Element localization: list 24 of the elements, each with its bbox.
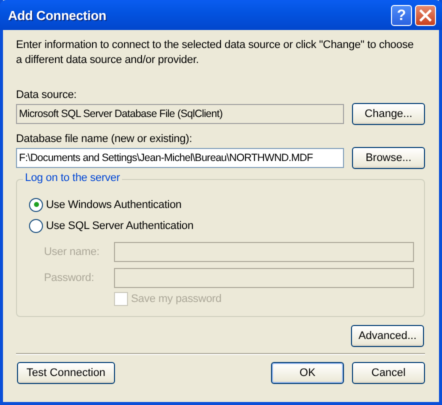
close-button[interactable]	[415, 4, 436, 26]
database-file-field[interactable]: F:\Documents and Settings\Jean-Michel\Bureau\NORTHWND.MDF	[16, 148, 344, 168]
field-label: User name:	[43, 246, 100, 258]
radio-button[interactable]	[29, 218, 43, 232]
dialog-button[interactable]: Test Connection	[17, 362, 115, 384]
field-label: Password:	[43, 272, 96, 284]
radio-button[interactable]	[29, 198, 43, 212]
advanced-button[interactable]: Advanced...	[351, 325, 424, 347]
help-button[interactable]: ?	[391, 4, 412, 26]
close-icon	[419, 8, 432, 22]
radio-label[interactable]: Use SQL Server Authentication	[46, 220, 194, 232]
input-field[interactable]	[114, 242, 414, 262]
dialog-button[interactable]: Cancel	[352, 362, 425, 384]
instruction-text: Enter information to connect to the selected data source or click "Change" to choose a different data source and/or provider.	[16, 38, 415, 68]
dialog-button[interactable]: OK	[271, 362, 344, 384]
browse-button[interactable]: Browse...	[352, 147, 425, 169]
window-title: Add Connection	[8, 8, 108, 22]
data-source-field[interactable]: Microsoft SQL Server Database File (SqlClient)	[16, 104, 344, 124]
data-source-label: Data source:	[16, 89, 78, 103]
input-field[interactable]	[114, 268, 414, 288]
group-title: Log on to the server	[23, 172, 122, 184]
change-button[interactable]: Change...	[352, 103, 425, 125]
database-file-label: Database file name (new or existing):	[16, 133, 194, 147]
radio-label[interactable]: Use Windows Authentication	[46, 198, 182, 210]
